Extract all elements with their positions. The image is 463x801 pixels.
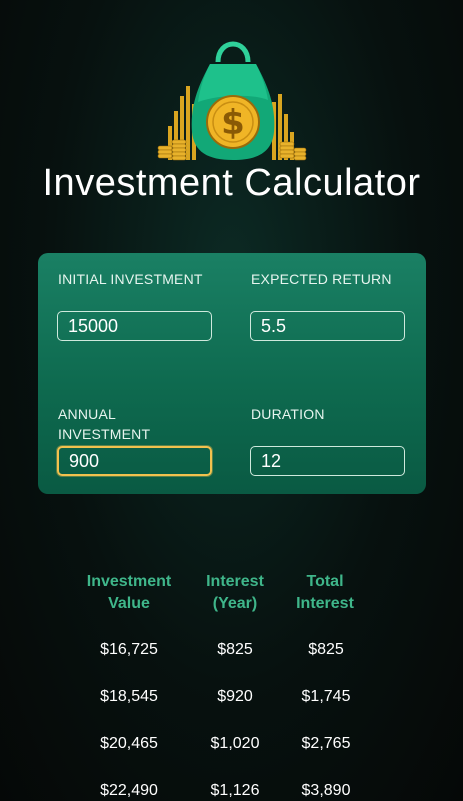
annual-investment-label: ANNUAL INVESTMENT bbox=[58, 406, 151, 442]
initial-investment-input[interactable] bbox=[57, 311, 212, 341]
table-cell: $1,020 bbox=[210, 735, 260, 752]
money-bag-icon: $ bbox=[157, 41, 307, 161]
table-cell: $22,490 bbox=[100, 782, 158, 799]
table-cell: $3,890 bbox=[301, 782, 351, 799]
table-cell: $1,745 bbox=[301, 688, 351, 705]
annual-investment-input[interactable] bbox=[57, 446, 212, 476]
table-cell: $2,765 bbox=[301, 735, 351, 752]
expected-return-label: EXPECTED RETURN bbox=[251, 271, 392, 287]
table-cell: $825 bbox=[308, 641, 344, 658]
duration-input[interactable] bbox=[250, 446, 405, 476]
column-header-investment-value: Investment Value bbox=[86, 573, 172, 612]
table-cell: $920 bbox=[217, 688, 253, 705]
table-cell: $1,126 bbox=[210, 782, 260, 799]
column-header-total-interest: Total Interest bbox=[296, 573, 354, 612]
column-header-interest-year: Interest (Year) bbox=[206, 573, 264, 612]
input-card: INITIAL INVESTMENT EXPECTED RETURN ANNUA… bbox=[38, 253, 426, 494]
duration-label: DURATION bbox=[251, 406, 325, 422]
table-cell: $18,545 bbox=[100, 688, 158, 705]
initial-investment-label: INITIAL INVESTMENT bbox=[58, 271, 203, 287]
svg-text:$: $ bbox=[221, 103, 245, 143]
page-title: Investment Calculator bbox=[42, 162, 421, 204]
expected-return-input[interactable] bbox=[250, 311, 405, 341]
table-cell: $20,465 bbox=[100, 735, 158, 752]
table-cell: $825 bbox=[217, 641, 253, 658]
logo: $ bbox=[150, 36, 316, 164]
table-cell: $16,725 bbox=[100, 641, 158, 658]
